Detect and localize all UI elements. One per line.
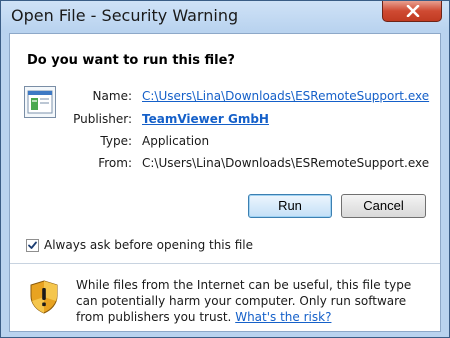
security-shield-icon [29, 280, 59, 318]
close-icon [406, 5, 420, 17]
window-title: Open File - Security Warning [11, 6, 239, 25]
title-bar[interactable]: Open File - Security Warning [1, 1, 449, 33]
from-label: From: [98, 156, 132, 170]
publisher-label: Publisher: [73, 112, 132, 126]
publisher-link[interactable]: TeamViewer GmbH [142, 112, 269, 126]
from-value: C:\Users\Lina\Downloads\ESRemoteSupport.… [142, 156, 430, 170]
warning-panel: While files from the Internet can be use… [10, 264, 440, 331]
name-label: Name: [92, 89, 132, 103]
dialog-window: Open File - Security Warning Do you want… [0, 0, 450, 338]
dialog-body: Do you want to run this file? Name: C:\U… [9, 33, 441, 332]
close-button[interactable] [382, 1, 442, 22]
run-button[interactable]: Run [248, 194, 332, 218]
cancel-button[interactable]: Cancel [341, 194, 426, 218]
always-ask-checkbox[interactable] [26, 239, 39, 252]
whats-the-risk-link[interactable]: What's the risk? [235, 310, 331, 324]
dialog-question: Do you want to run this file? [27, 53, 235, 68]
always-ask-label[interactable]: Always ask before opening this file [44, 238, 253, 252]
type-label: Type: [100, 134, 132, 148]
file-name-link[interactable]: C:\Users\Lina\Downloads\ESRemoteSupport.… [142, 89, 429, 103]
warning-message: While files from the Internet can be use… [76, 277, 432, 325]
type-value: Application [142, 134, 210, 148]
checkmark-icon [28, 241, 37, 249]
